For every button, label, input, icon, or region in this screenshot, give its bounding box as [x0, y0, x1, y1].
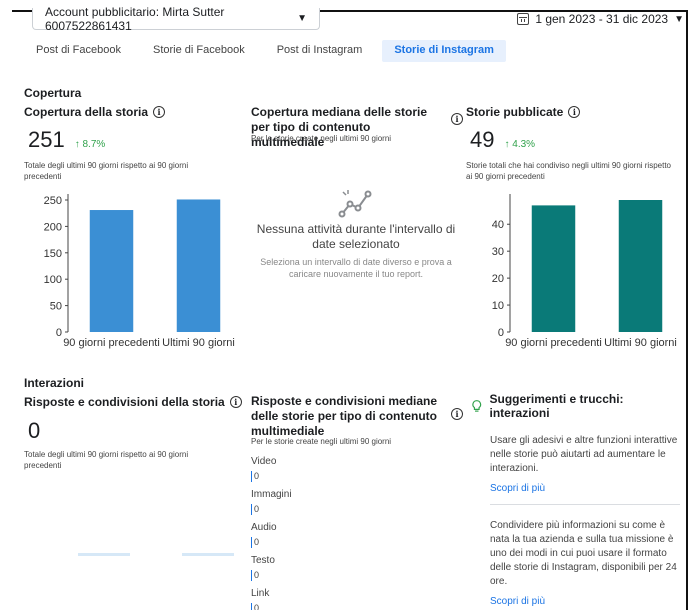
bar-preview — [78, 553, 130, 556]
media-type-label: Testo — [251, 555, 275, 566]
tip-block: Usare gli adesivi e altre funzioni inter… — [490, 420, 680, 505]
published-stories-title: Storie pubblicate i — [466, 105, 581, 120]
account-label: Account pubblicitario: Mirta Sutter 6007… — [45, 4, 225, 33]
tip-text: Condividere più informazioni su come è n… — [490, 520, 677, 587]
story-reach-number: 251 — [28, 127, 65, 152]
list-item: Audio 0 — [251, 522, 292, 555]
y-tick-label: 50 — [50, 301, 62, 313]
y-tick-label: 20 — [492, 273, 504, 285]
y-tick-label: 0 — [498, 327, 504, 339]
empty-state: Nessuna attività durante l'intervallo di… — [250, 188, 462, 280]
empty-state-title: Nessuna attività durante l'intervallo di… — [256, 222, 456, 251]
coverage-section-title: Copertura — [24, 86, 82, 100]
y-tick-label: 0 — [56, 327, 62, 339]
replies-title: Risposte e condivisioni della storia i — [24, 395, 242, 410]
replies-title-text: Risposte e condivisioni della storia — [24, 395, 225, 409]
lightbulb-icon — [472, 400, 482, 412]
tip-block: Condividere più informazioni su come è n… — [490, 505, 680, 610]
tab-bar: Post di Facebook Storie di Facebook Post… — [24, 40, 514, 62]
info-icon[interactable]: i — [451, 408, 463, 420]
bar — [531, 205, 576, 332]
tips-body: Usare gli adesivi e altre funzioni inter… — [470, 420, 680, 610]
story-reach-title: Copertura della storia i — [24, 105, 166, 120]
tab-instagram-posts[interactable]: Post di Instagram — [265, 40, 375, 62]
tip-text: Usare gli adesivi e altre funzioni inter… — [490, 435, 678, 474]
median-replies-title-text: Risposte e condivisioni mediane delle st… — [251, 394, 438, 438]
learn-more-link[interactable]: Scopri di più — [490, 595, 680, 609]
media-type-label: Immagini — [251, 489, 292, 500]
calendar-icon — [517, 13, 530, 25]
x-tick-label: 90 giorni precedenti — [63, 337, 160, 349]
info-icon[interactable]: i — [568, 106, 581, 118]
story-reach-delta: ↑ 8.7% — [74, 139, 106, 150]
list-item: Link 0 — [251, 588, 292, 610]
account-selector[interactable]: Account pubblicitario: Mirta Sutter 6007… — [32, 4, 320, 33]
caret-down-icon: ▼ — [297, 13, 307, 24]
x-tick-label: Ultimi 90 giorni — [162, 337, 235, 349]
tips-title: Suggerimenti e trucchi: interazioni — [489, 392, 624, 420]
x-tick-label: 90 giorni precedenti — [505, 337, 602, 349]
bar-preview — [182, 553, 234, 556]
media-type-value: 0 — [251, 537, 292, 548]
media-type-list: Video 0 Immagini 0 Audio 0 Testo 0 Link … — [251, 456, 292, 610]
interactions-section-title: Interazioni — [24, 376, 85, 390]
tips-header: Suggerimenti e trucchi: interazioni — [470, 392, 680, 420]
list-item: Testo 0 — [251, 555, 292, 588]
trend-chart-icon — [338, 190, 372, 218]
info-icon[interactable]: i — [451, 113, 463, 125]
bar — [176, 199, 221, 332]
story-reach-subtitle: Totale degli ultimi 90 giorni rispetto a… — [24, 161, 189, 181]
media-type-value: 0 — [251, 603, 292, 610]
list-item: Video 0 — [251, 456, 292, 489]
date-range-picker[interactable]: 1 gen 2023 - 31 dic 2023 ▼ — [517, 12, 684, 26]
y-tick-label: 10 — [492, 300, 504, 312]
published-stories-value: 49 ↑ 4.3% — [470, 127, 535, 153]
y-tick-label: 40 — [492, 219, 504, 231]
learn-more-link[interactable]: Scopri di più — [490, 482, 680, 496]
published-stories-subtitle: Storie totali che hai condiviso negli ul… — [466, 161, 671, 181]
median-replies-title: Risposte e condivisioni mediane delle st… — [251, 394, 463, 439]
tips-card: Suggerimenti e trucchi: interazioni Usar… — [470, 392, 680, 610]
media-type-value: 0 — [251, 570, 292, 581]
y-tick-label: 250 — [44, 195, 62, 207]
date-range-label: 1 gen 2023 - 31 dic 2023 — [535, 12, 669, 26]
story-reach-value: 251 ↑ 8.7% — [28, 127, 105, 153]
media-type-label: Audio — [251, 522, 277, 533]
media-type-value: 0 — [251, 471, 292, 482]
y-tick-label: 150 — [44, 248, 62, 260]
story-reach-chart: 0 50 100 150 200 250 90 giorni precedenti Ultim… — [44, 194, 235, 349]
median-replies-subtitle: Per le storie create negli ultimi 90 gio… — [251, 437, 392, 446]
published-stories-number: 49 — [470, 127, 495, 152]
story-reach-title-text: Copertura della storia — [24, 105, 149, 119]
bar — [618, 200, 663, 332]
empty-state-subtitle: Seleziona un intervallo di date diverso … — [260, 257, 452, 279]
replies-subtitle: Totale degli ultimi 90 giorni rispetto a… — [24, 450, 189, 470]
x-tick-label: Ultimi 90 giorni — [604, 337, 677, 349]
media-type-label: Link — [251, 588, 270, 599]
published-stories-chart: 0 10 20 30 40 90 giorni precedenti Ultimi 90 g… — [492, 194, 677, 349]
tab-instagram-stories[interactable]: Storie di Instagram — [382, 40, 506, 62]
top-bar: Account pubblicitario: Mirta Sutter 6007… — [32, 4, 684, 33]
published-stories-title-text: Storie pubblicate — [466, 105, 564, 119]
y-tick-label: 200 — [44, 221, 62, 233]
published-stories-delta: ↑ 4.3% — [504, 139, 536, 150]
caret-down-icon: ▼ — [674, 13, 684, 25]
tab-facebook-posts[interactable]: Post di Facebook — [24, 40, 133, 62]
media-type-value: 0 — [251, 504, 292, 515]
list-item: Immagini 0 — [251, 489, 292, 522]
info-icon[interactable]: i — [153, 106, 166, 118]
bar — [89, 210, 134, 332]
y-tick-label: 100 — [44, 274, 62, 286]
replies-number: 0 — [28, 418, 41, 443]
replies-value: 0 — [28, 418, 40, 444]
tab-facebook-stories[interactable]: Storie di Facebook — [141, 40, 257, 62]
y-tick-label: 30 — [492, 246, 504, 258]
median-coverage-subtitle: Per le storie create negli ultimi 90 gio… — [251, 134, 392, 143]
media-type-label: Video — [251, 456, 277, 467]
info-icon[interactable]: i — [229, 396, 242, 408]
